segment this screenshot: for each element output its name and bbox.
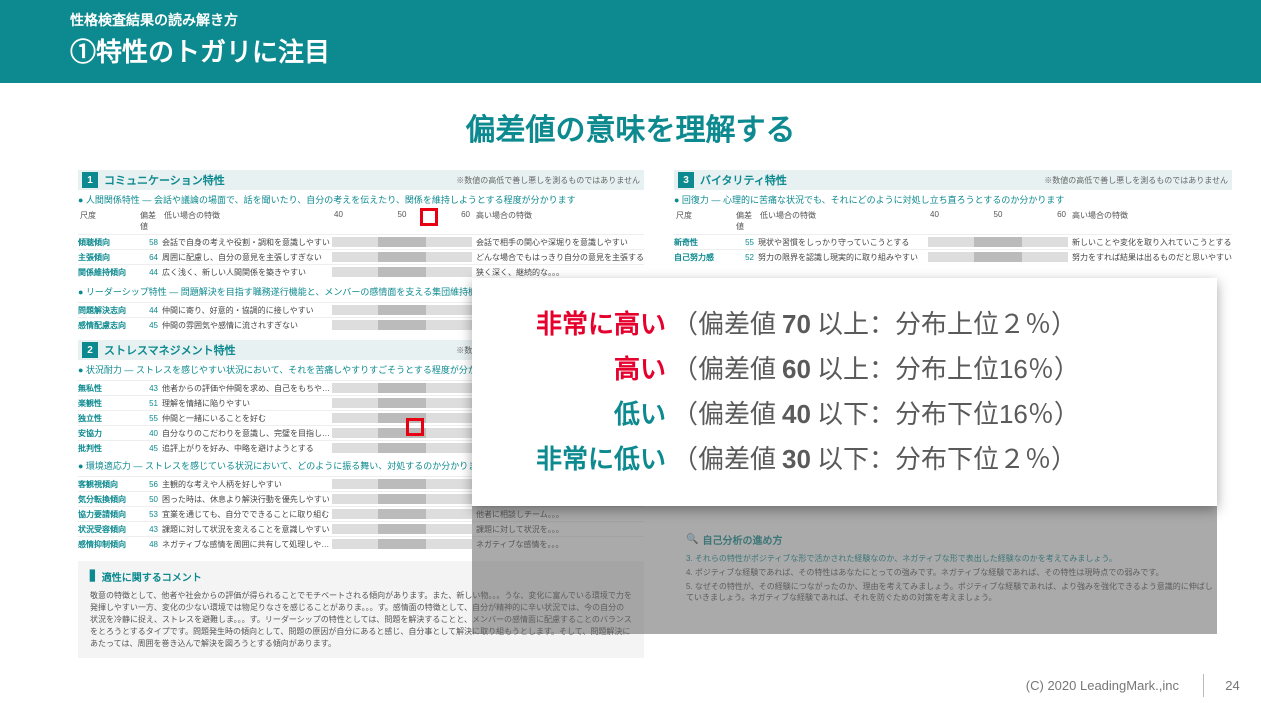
score-bar [332,383,472,393]
score-bar [332,494,472,504]
score-bar [332,267,472,277]
header-title: ①特性のトガリに注目 [70,32,1191,69]
score-bar [332,413,472,423]
section3-sub: ● 回復力 ― 心理的に苦痛な状況でも、それにどのように対処し立ち直ろうとするの… [674,193,1232,206]
score-bar [332,398,472,408]
callout-tag: 非常に低い [496,439,666,476]
score-bar [332,320,472,330]
score-bar [332,305,472,315]
score-bar [332,428,472,438]
callout-line-high: 高い （偏差値60以上：分布上位16％） [496,349,1193,386]
note-icon: ▋ [90,571,98,582]
section3-bar: 3 バイタリティ特性 ※数値の高低で善し悪しを測るものではありません [674,170,1232,190]
slide-header: 性格検査結果の読み解き方 ①特性のトガリに注目 [0,0,1261,83]
section1-bar: 1 コミュニケーション特性 ※数値の高低で善し悪しを測るものではありません [78,170,644,190]
section1-sub: ● 人間関係特性 ― 会話や議論の場面で、話を聞いたり、自分の考えを伝えたり、関… [78,193,644,206]
score-bar [332,524,472,534]
table-row: 主張傾向64周囲に配慮し、自分の意見を主張しすぎないどんな場合でもはっきり自分の… [78,249,644,264]
table-row: 自己努力感52努力の限界を認識し現実的に取り組みやすい努力をすれば結果は出るもの… [674,249,1232,264]
slide-title: 偏差値の意味を理解する [0,105,1261,149]
score-bar [332,443,472,453]
section-name: ストレスマネジメント特性 [104,342,236,358]
copyright: (C) 2020 LeadingMark.,inc [1026,678,1179,693]
score-bar [928,252,1068,262]
callout-line-verylow: 非常に低い （偏差値30以下：分布下位２％） [496,439,1193,476]
red-highlight-box [420,208,438,226]
page-number: 24 [1203,674,1261,697]
table-row: 新奇性55現状や習慣をしっかり守っていこうとする新しいことや変化を取り入れていこ… [674,234,1232,249]
score-bar [332,252,472,262]
score-bar [332,509,472,519]
callout-tag: 高い [496,349,666,386]
red-highlight-box [406,418,424,436]
callout-line-veryhigh: 非常に高い （偏差値70以上：分布上位２％） [496,304,1193,341]
section-name: バイタリティ特性 [700,172,787,188]
section-num: 3 [678,172,694,188]
table-row: 関係維持傾向44広く浅く、新しい人間関係を築きやすい狭く深く、継続的な。。。 [78,264,644,279]
score-bar [928,237,1068,247]
score-bar [332,479,472,489]
table-header: 尺度 偏差値 低い場合の特徴 405060 高い場合の特徴 [674,210,1232,232]
deviation-callout: 非常に高い （偏差値70以上：分布上位２％） 高い （偏差値60以上：分布上位1… [472,278,1217,506]
callout-tag: 非常に高い [496,304,666,341]
section-note: ※数値の高低で善し悪しを測るものではありません [456,175,640,186]
header-subtitle: 性格検査結果の読み解き方 [70,10,1191,30]
section-name: コミュニケーション特性 [104,172,225,188]
score-bar [332,539,472,549]
slide-footer: (C) 2020 LeadingMark.,inc 24 [1026,674,1261,697]
section-note: ※数値の高低で善し悪しを測るものではありません [1044,175,1228,186]
section-num: 1 [82,172,98,188]
section-num: 2 [82,342,98,358]
callout-line-low: 低い （偏差値40以下：分布下位16％） [496,394,1193,431]
score-bar [332,237,472,247]
callout-tag: 低い [496,394,666,431]
table-header: 尺度 偏差値 低い場合の特徴 405060 高い場合の特徴 [78,210,644,232]
table-row: 傾聴傾向58会話で自身の考えや役割・調和を意識しやすい会話で相手の関心や深堀りを… [78,234,644,249]
